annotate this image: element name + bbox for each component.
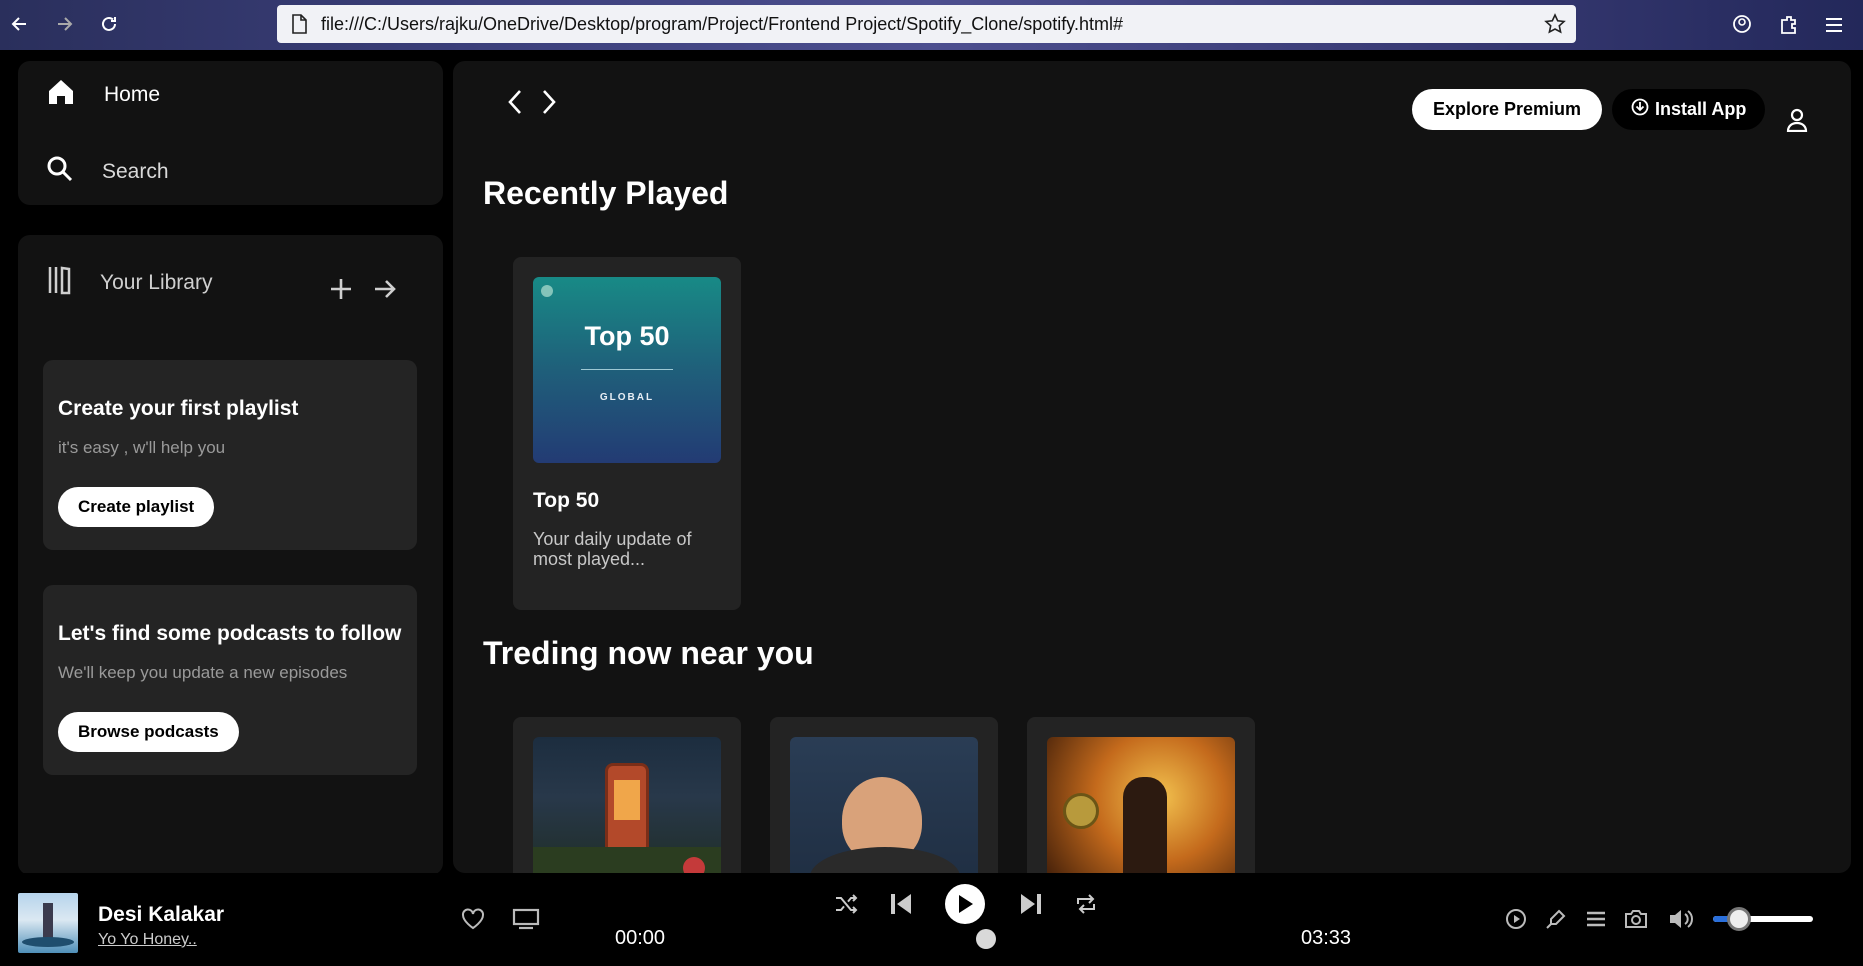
install-app-label: Install App [1655, 99, 1747, 119]
figure-shape [1123, 777, 1167, 873]
cover-title: Top 50 [584, 321, 670, 351]
microphone-icon[interactable] [1545, 908, 1567, 930]
player-bar: Desi Kalakar Yo Yo Honey.. 00:00 03:33 [0, 873, 1863, 966]
music-card[interactable] [513, 717, 741, 873]
install-app-button[interactable]: Install App [1612, 89, 1766, 130]
user-icon[interactable] [1786, 108, 1808, 137]
boat-shape [22, 937, 74, 947]
camera-icon[interactable] [1624, 908, 1648, 930]
top50-cover-image: Top 50 GLOBAL [533, 277, 721, 463]
device-screen-icon[interactable] [512, 908, 540, 930]
shuffle-icon[interactable] [834, 893, 858, 915]
library-icon [46, 265, 76, 301]
album-cover-image [533, 737, 721, 873]
library-header[interactable]: Your Library [46, 265, 212, 301]
card-description: Your daily update of most played... [533, 529, 692, 569]
extensions-icon[interactable] [1776, 12, 1802, 38]
podcasts-card-subtitle: We'll keep you update a new episodes [58, 663, 348, 682]
current-time: 00:00 [615, 927, 666, 949]
previous-track-icon[interactable] [889, 891, 913, 917]
now-playing-view-icon[interactable] [1505, 908, 1527, 930]
profile-search-icon[interactable] [1730, 12, 1756, 38]
flower-shape [683, 857, 705, 873]
next-track-icon[interactable] [1019, 891, 1043, 917]
main-content: Explore Premium Install App Recently Pla… [453, 61, 1851, 873]
music-card[interactable]: Top 50 GLOBAL Top 50 Your daily update o… [513, 257, 741, 610]
trending-heading: Treding now near you [483, 635, 814, 671]
explore-premium-button[interactable]: Explore Premium [1412, 89, 1603, 130]
chevron-right-icon[interactable] [539, 87, 559, 122]
cover-subtitle: GLOBAL [599, 392, 655, 403]
spotify-logo-icon [541, 285, 553, 297]
search-icon [46, 155, 74, 189]
volume-handle[interactable] [1727, 907, 1751, 931]
browse-podcasts-button[interactable]: Browse podcasts [58, 712, 239, 752]
recently-played-heading: Recently Played [483, 175, 729, 211]
chevron-left-icon[interactable] [505, 87, 525, 122]
podcasts-card: Let's find some podcasts to follow We'll… [43, 585, 417, 775]
reload-icon[interactable] [95, 10, 123, 38]
create-playlist-button[interactable]: Create playlist [58, 487, 215, 527]
library-panel: Your Library Create your first playlist … [18, 235, 443, 875]
download-circle-icon [1631, 98, 1649, 121]
playlist-card-subtitle: it's easy , w'll help you [58, 438, 226, 457]
back-icon[interactable] [6, 10, 34, 38]
play-button[interactable] [945, 884, 985, 924]
card-title: Top 50 [533, 489, 600, 512]
cover-divider [581, 369, 673, 370]
progress-handle[interactable] [976, 929, 996, 949]
music-card[interactable] [1027, 717, 1255, 873]
url-text: file:///C:/Users/rajku/OneDrive/Desktop/… [321, 13, 1123, 34]
address-bar[interactable]: file:///C:/Users/rajku/OneDrive/Desktop/… [277, 5, 1576, 43]
booth-window-shape [614, 780, 640, 820]
home-icon [46, 77, 76, 113]
repeat-icon[interactable] [1074, 893, 1098, 915]
sidebar-item-search[interactable]: Search [46, 155, 169, 189]
home-search-panel: Home Search [18, 61, 443, 205]
bookmark-star-icon[interactable] [1544, 13, 1566, 40]
coin-shape [1063, 793, 1099, 829]
music-card[interactable] [770, 717, 998, 873]
heart-icon[interactable] [461, 908, 485, 930]
library-actions [329, 277, 397, 306]
volume-icon[interactable] [1668, 907, 1694, 931]
now-playing-cover-image [18, 893, 78, 953]
create-playlist-card: Create your first playlist it's easy , w… [43, 360, 417, 550]
page-icon [291, 14, 307, 39]
now-playing-artist-link[interactable]: Yo Yo Honey.. [98, 931, 197, 949]
browser-toolbar: file:///C:/Users/rajku/OneDrive/Desktop/… [0, 0, 1863, 50]
search-label: Search [102, 160, 169, 183]
album-cover-image [1047, 737, 1235, 873]
sidebar-item-home[interactable]: Home [46, 77, 160, 113]
queue-icon[interactable] [1585, 908, 1607, 930]
playlist-card-title: Create your first playlist [58, 397, 299, 420]
library-label: Your Library [100, 271, 213, 294]
forward-icon[interactable] [50, 10, 78, 38]
arrow-right-icon[interactable] [373, 277, 397, 306]
album-cover-image [790, 737, 978, 873]
portrait-body-shape [810, 847, 960, 873]
history-arrows [505, 87, 559, 122]
home-label: Home [104, 83, 161, 106]
plus-icon[interactable] [329, 277, 353, 306]
now-playing-title: Desi Kalakar [98, 903, 225, 926]
figure-shape [43, 903, 53, 939]
podcasts-card-title: Let's find some podcasts to follow [58, 622, 402, 645]
menu-icon[interactable] [1821, 12, 1847, 38]
total-time: 03:33 [1301, 927, 1352, 949]
